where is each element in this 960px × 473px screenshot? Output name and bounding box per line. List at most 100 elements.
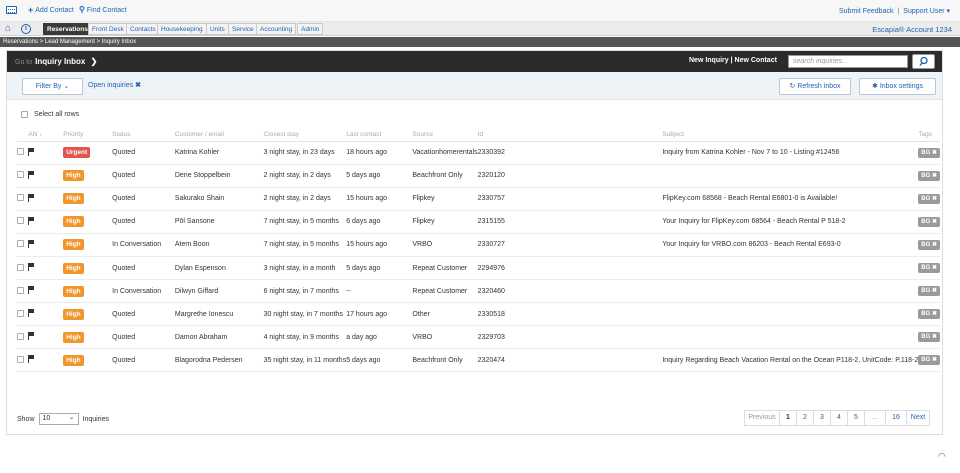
submit-feedback-link[interactable]: Submit Feedback	[839, 8, 893, 15]
refresh-inbox-button[interactable]: ↻ Refresh inbox	[779, 78, 851, 95]
tab-front-desk[interactable]: Front Desk	[88, 23, 128, 35]
tag-remove-icon[interactable]: ✖	[930, 242, 937, 248]
tag-remove-icon[interactable]: ✖	[930, 334, 937, 340]
col-status[interactable]: Status	[112, 128, 175, 142]
col-an[interactable]: AN ↓	[28, 128, 64, 142]
tab-service[interactable]: Service	[228, 23, 258, 35]
col-tags[interactable]: Tags	[918, 128, 940, 142]
tag-badge[interactable]: BG ✖	[918, 355, 940, 366]
tag-badge[interactable]: BG ✖	[918, 170, 940, 181]
tag-remove-icon[interactable]: ✖	[930, 357, 937, 363]
flag-icon[interactable]	[28, 170, 35, 179]
support-user-menu[interactable]: Support User ▾	[903, 8, 950, 15]
tag-remove-icon[interactable]: ✖	[930, 196, 937, 202]
priority-cell: High	[63, 325, 113, 350]
flag-icon[interactable]	[28, 239, 35, 248]
table-row[interactable]: High Quoted Dene Stoppelbein 2 night stay, …	[17, 164, 940, 188]
tag-remove-icon[interactable]: ✖	[930, 150, 937, 156]
tab-units[interactable]: Units	[206, 23, 229, 35]
col-customer[interactable]: Customer / email	[174, 128, 264, 142]
page-16[interactable]: 16	[885, 410, 907, 426]
table-row[interactable]: High In Conversation Dilwyn Giffard 6 night…	[17, 279, 940, 304]
tag-remove-icon[interactable]: ✖	[930, 173, 937, 179]
table-row[interactable]: High Quoted Blagorodna Pedersen 35 night st…	[17, 348, 940, 373]
flag-icon[interactable]	[28, 332, 35, 341]
table-row[interactable]: Urgent Quoted Katrina Kohler 3 night stay, …	[17, 141, 940, 165]
flag-icon[interactable]	[28, 193, 35, 202]
tag-remove-icon[interactable]: ✖	[930, 288, 937, 294]
table-row[interactable]: High In Conversation Atem Boon 7 night stay…	[17, 233, 940, 257]
col-id[interactable]: Id	[477, 128, 663, 142]
search-input[interactable]: search inquiries...	[788, 55, 908, 68]
table-row[interactable]: High Quoted Sakurako Shain 2 night stay, in…	[17, 187, 940, 211]
close-icon[interactable]: ✖	[135, 82, 141, 89]
info-icon[interactable]: i	[21, 24, 31, 34]
tag-badge[interactable]: BG ✖	[918, 193, 940, 204]
row-checkbox[interactable]	[17, 217, 24, 225]
search-button[interactable]	[912, 54, 935, 69]
col-last-contact[interactable]: Last contact	[346, 128, 413, 142]
row-checkbox[interactable]	[17, 171, 24, 179]
table-row[interactable]: High Quoted Margrethe Ionescu 30 night stay…	[17, 302, 940, 327]
open-inquiries-filter[interactable]: Open inquiries ✖	[88, 81, 141, 89]
tag-badge[interactable]: BG ✖	[918, 309, 940, 320]
col-closest-stay[interactable]: Closest stay	[263, 128, 347, 142]
home-icon[interactable]: ⌂	[5, 24, 11, 34]
goto-menu[interactable]: Go to Inquiry Inbox ❯	[15, 57, 97, 66]
filter-by-button[interactable]: Filter By ⌄	[22, 78, 83, 95]
col-priority[interactable]: Priority	[63, 128, 113, 142]
plus-icon: +	[28, 5, 34, 15]
page-1[interactable]: 1	[779, 410, 797, 426]
table-row[interactable]: High Quoted Damon Abraham 4 night stay, in …	[17, 325, 940, 350]
tag-remove-icon[interactable]: ✖	[930, 265, 937, 271]
tag-badge[interactable]: BG ✖	[918, 216, 940, 227]
flag-icon[interactable]	[28, 309, 35, 318]
tag-badge[interactable]: BG ✖	[918, 263, 940, 274]
inbox-settings-button[interactable]: ✱ Inbox settings	[859, 78, 936, 95]
row-checkbox[interactable]	[17, 263, 24, 271]
page-5[interactable]: 5	[847, 410, 865, 426]
tab-admin[interactable]: Admin	[297, 23, 324, 35]
flag-icon[interactable]	[28, 355, 35, 364]
row-checkbox-cell	[17, 348, 29, 373]
main-nav: ⌂ i Reservations Front Desk Contacts Hou…	[0, 22, 960, 36]
flag-icon[interactable]	[28, 263, 35, 272]
tab-reservations[interactable]: Reservations	[43, 23, 92, 35]
row-checkbox[interactable]	[17, 148, 24, 156]
row-checkbox[interactable]	[17, 309, 24, 317]
page-size-select[interactable]: 10 ⌄	[38, 413, 79, 425]
tag-badge[interactable]: BG ✖	[918, 147, 940, 158]
add-contact-link[interactable]: + Add Contact	[28, 5, 74, 15]
table-row[interactable]: High Quoted Dylan Espenson 3 night stay, in…	[17, 256, 940, 281]
page-2[interactable]: 2	[796, 410, 814, 426]
tag-badge[interactable]: BG ✖	[918, 239, 940, 250]
tag-badge[interactable]: BG ✖	[918, 332, 940, 343]
flag-icon[interactable]	[28, 286, 35, 295]
tab-accounting[interactable]: Accounting	[256, 23, 297, 35]
row-checkbox[interactable]	[17, 286, 24, 294]
tab-contacts[interactable]: Contacts	[126, 23, 160, 35]
row-checkbox[interactable]	[17, 194, 24, 202]
flag-icon[interactable]	[28, 147, 35, 156]
keyboard-icon[interactable]	[6, 6, 17, 14]
page-previous[interactable]: Previous	[744, 410, 780, 426]
flag-icon[interactable]	[28, 216, 35, 225]
col-subject[interactable]: Subject	[662, 128, 919, 142]
find-contact-link[interactable]: ⚲ Find Contact	[79, 6, 127, 14]
select-all-rows[interactable]: Select all rows	[21, 111, 79, 118]
page-3[interactable]: 3	[813, 410, 831, 426]
row-checkbox[interactable]	[17, 355, 24, 363]
tab-housekeeping[interactable]: Housekeeping	[157, 23, 207, 35]
tag-remove-icon[interactable]: ✖	[930, 219, 937, 225]
row-checkbox[interactable]	[17, 240, 24, 248]
select-all-checkbox[interactable]	[21, 111, 28, 118]
page-4[interactable]: 4	[830, 410, 848, 426]
tag-badge[interactable]: BG ✖	[918, 286, 940, 297]
table-row[interactable]: High Quoted Pōl Sansone 7 night stay, in 5 …	[17, 210, 940, 234]
col-source[interactable]: Source	[412, 128, 478, 142]
tag-remove-icon[interactable]: ✖	[930, 311, 937, 317]
page-next[interactable]: Next	[906, 410, 930, 426]
new-inquiry-contact-links[interactable]: New Inquiry | New Contact	[689, 57, 777, 64]
row-checkbox[interactable]	[17, 332, 24, 340]
row-flag-cell	[28, 302, 40, 327]
